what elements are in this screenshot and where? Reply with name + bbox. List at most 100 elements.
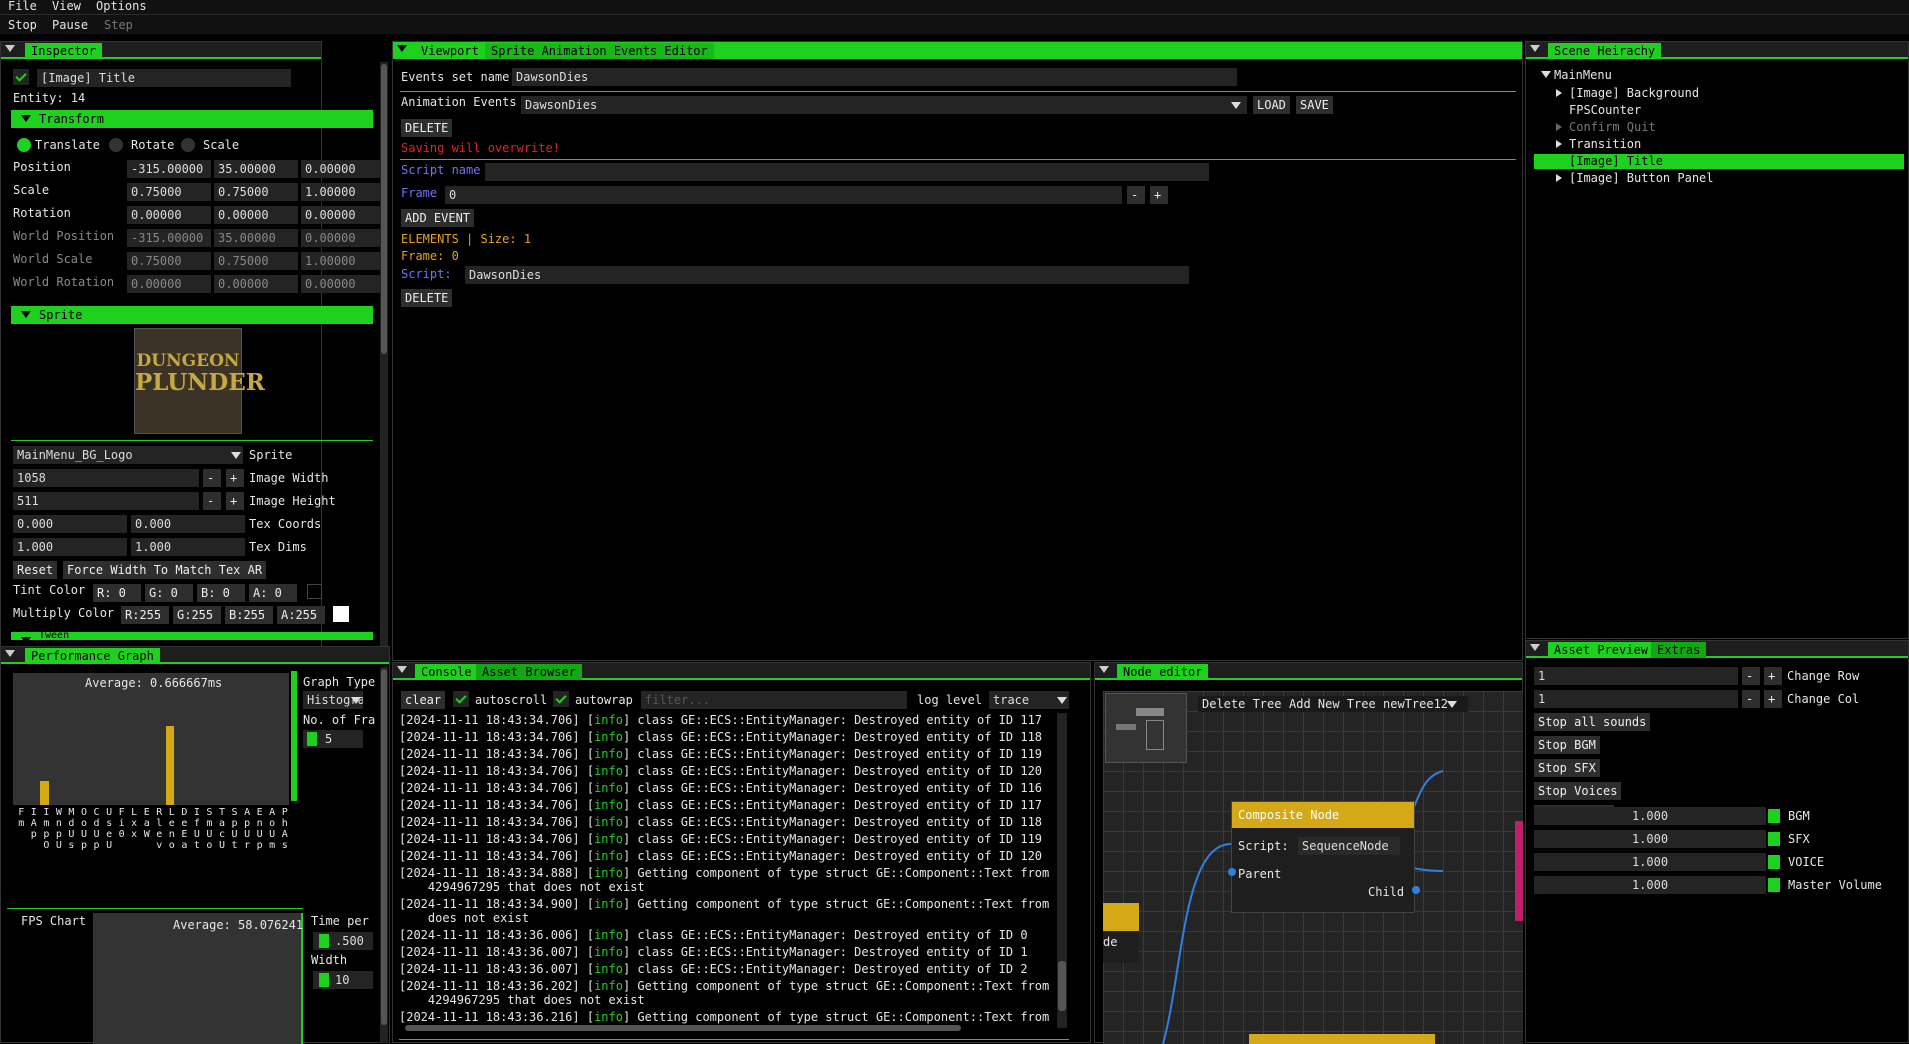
change-col-input[interactable]: 1: [1534, 690, 1738, 708]
collapse-icon[interactable]: [1530, 45, 1540, 52]
node-canvas[interactable]: Delete Tree Add New Tree newTree12 Compo…: [1103, 691, 1523, 1044]
script-name-input[interactable]: [485, 163, 1209, 181]
multiply-channel-field[interactable]: A:255: [277, 606, 325, 624]
reset-button[interactable]: Reset: [13, 561, 58, 579]
composite-node[interactable]: Composite Node Script: SequenceNode Pare…: [1228, 801, 1420, 913]
volume-slider[interactable]: 1.000: [1534, 853, 1766, 871]
add-event-button[interactable]: ADD EVENT: [401, 209, 475, 227]
change-row-input[interactable]: 1: [1534, 667, 1738, 685]
tab-asset-browser[interactable]: Asset Browser: [476, 664, 582, 680]
delete-element-button[interactable]: DELETE: [401, 289, 453, 307]
frame-input[interactable]: 0: [445, 186, 1122, 204]
tex-coord-v[interactable]: 0.000: [131, 515, 245, 533]
tab-extras[interactable]: Extras: [1651, 642, 1707, 658]
tab-inspector[interactable]: Inspector: [25, 43, 103, 59]
sprite-select[interactable]: MainMenu_BG_Logo: [13, 446, 243, 464]
transform-value-field[interactable]: 35.00000: [214, 160, 298, 178]
hierarchy-item[interactable]: [Image] Title: [1569, 153, 1663, 169]
chevron-right-icon[interactable]: [1556, 140, 1562, 148]
chevron-right-icon[interactable]: [1556, 89, 1562, 97]
autoscroll-checkbox[interactable]: [453, 691, 469, 707]
transform-value-field[interactable]: 1.00000: [301, 183, 385, 201]
node-script-field[interactable]: SequenceNode: [1298, 837, 1400, 855]
node-child-pin[interactable]: Child: [1368, 884, 1404, 900]
tint-swatch[interactable]: [307, 584, 322, 599]
hierarchy-item[interactable]: Confirm Quit: [1569, 119, 1656, 135]
clear-button[interactable]: clear: [401, 691, 446, 709]
hierarchy-item[interactable]: [Image] Background: [1569, 85, 1699, 101]
volume-slider-grab[interactable]: [1768, 809, 1780, 823]
tab-console[interactable]: Console: [415, 664, 478, 680]
volume-slider[interactable]: 1.000: [1534, 830, 1766, 848]
menu-options[interactable]: Options: [96, 0, 147, 14]
log-hscroll-thumb[interactable]: [405, 1025, 961, 1031]
multiply-channel-field[interactable]: G:255: [173, 606, 221, 624]
sound-button[interactable]: Stop Voices: [1534, 782, 1622, 800]
menu-file[interactable]: File: [8, 0, 37, 14]
collapse-icon[interactable]: [5, 650, 15, 657]
chevron-down-icon[interactable]: [1231, 102, 1241, 109]
child-pin-dot[interactable]: [1412, 886, 1420, 894]
hierarchy-item[interactable]: FPSCounter: [1569, 102, 1641, 118]
entity-name-field[interactable]: [Image] Title: [37, 69, 291, 87]
chevron-right-icon[interactable]: [1556, 123, 1562, 131]
tab-sprite-anim-events[interactable]: Sprite Animation Events Editor: [485, 43, 714, 59]
tab-performance-graph[interactable]: Performance Graph: [25, 648, 160, 664]
collapse-icon[interactable]: [1099, 666, 1109, 673]
scale-radio[interactable]: [181, 138, 195, 152]
collapse-icon[interactable]: [397, 45, 407, 52]
collapse-icon[interactable]: [5, 45, 15, 52]
load-button[interactable]: LOAD: [1253, 96, 1290, 114]
multiply-swatch[interactable]: [333, 606, 349, 622]
delete-event-set-button[interactable]: DELETE: [401, 119, 453, 137]
image-height-decrement[interactable]: -: [203, 492, 221, 510]
hierarchy-item[interactable]: [Image] Button Panel: [1569, 170, 1714, 186]
volume-slider-grab[interactable]: [1768, 878, 1780, 892]
time-slider-grab[interactable]: [319, 934, 329, 948]
collapse-icon[interactable]: [397, 666, 407, 673]
parent-pin-dot[interactable]: [1228, 868, 1236, 876]
tint-channel-field[interactable]: A: 0: [249, 584, 297, 602]
tab-scene-hierarchy[interactable]: Scene Heirachy: [1548, 43, 1662, 59]
hierarchy-root[interactable]: MainMenu: [1554, 67, 1612, 83]
frame-decrement[interactable]: -: [1127, 186, 1145, 204]
tab-node-editor[interactable]: Node editor: [1117, 664, 1209, 680]
col-decrement[interactable]: -: [1742, 690, 1760, 708]
image-width-input[interactable]: 1058: [13, 469, 199, 487]
volume-slider[interactable]: 1.000: [1534, 807, 1766, 825]
transform-value-field[interactable]: 0.00000: [301, 206, 385, 224]
collapse-icon[interactable]: [1530, 644, 1540, 651]
step-button[interactable]: Step: [104, 17, 133, 33]
image-height-input[interactable]: 511: [13, 492, 199, 510]
transform-value-field[interactable]: 0.75000: [127, 183, 211, 201]
tex-dim-h[interactable]: 1.000: [131, 538, 245, 556]
anim-events-select[interactable]: DawsonDies: [521, 96, 1247, 114]
tint-channel-field[interactable]: G: 0: [145, 584, 193, 602]
transform-value-field[interactable]: 0.00000: [127, 206, 211, 224]
tween-header[interactable]: Tween: [11, 632, 373, 640]
menu-view[interactable]: View: [52, 0, 81, 14]
transform-header[interactable]: Transform: [11, 110, 373, 128]
translate-radio[interactable]: [17, 138, 31, 152]
frame-increment[interactable]: +: [1150, 186, 1168, 204]
tab-asset-preview[interactable]: Asset Preview: [1548, 642, 1654, 658]
force-width-button[interactable]: Force Width To Match Tex AR: [63, 561, 267, 579]
volume-slider[interactable]: 1.000: [1534, 876, 1766, 894]
row-increment[interactable]: +: [1764, 667, 1782, 685]
transform-value-field[interactable]: 0.00000: [214, 206, 298, 224]
perf-scroll-thumb[interactable]: [381, 669, 387, 1025]
tex-dim-w[interactable]: 1.000: [13, 538, 127, 556]
log-filter-input[interactable]: filter...: [641, 691, 907, 709]
row-decrement[interactable]: -: [1742, 667, 1760, 685]
multiply-channel-field[interactable]: R:255: [121, 606, 169, 624]
node-parent-pin[interactable]: Parent: [1238, 866, 1281, 882]
col-increment[interactable]: +: [1764, 690, 1782, 708]
multiply-channel-field[interactable]: B:255: [225, 606, 273, 624]
volume-slider-grab[interactable]: [1768, 832, 1780, 846]
sound-button[interactable]: Stop all sounds: [1534, 713, 1651, 731]
transform-value-field[interactable]: -315.00000: [127, 160, 211, 178]
sound-button[interactable]: Stop SFX: [1534, 759, 1600, 777]
sprite-header[interactable]: Sprite: [11, 306, 373, 324]
tab-viewport[interactable]: Viewport: [415, 43, 485, 59]
autowrap-checkbox[interactable]: [553, 691, 569, 707]
